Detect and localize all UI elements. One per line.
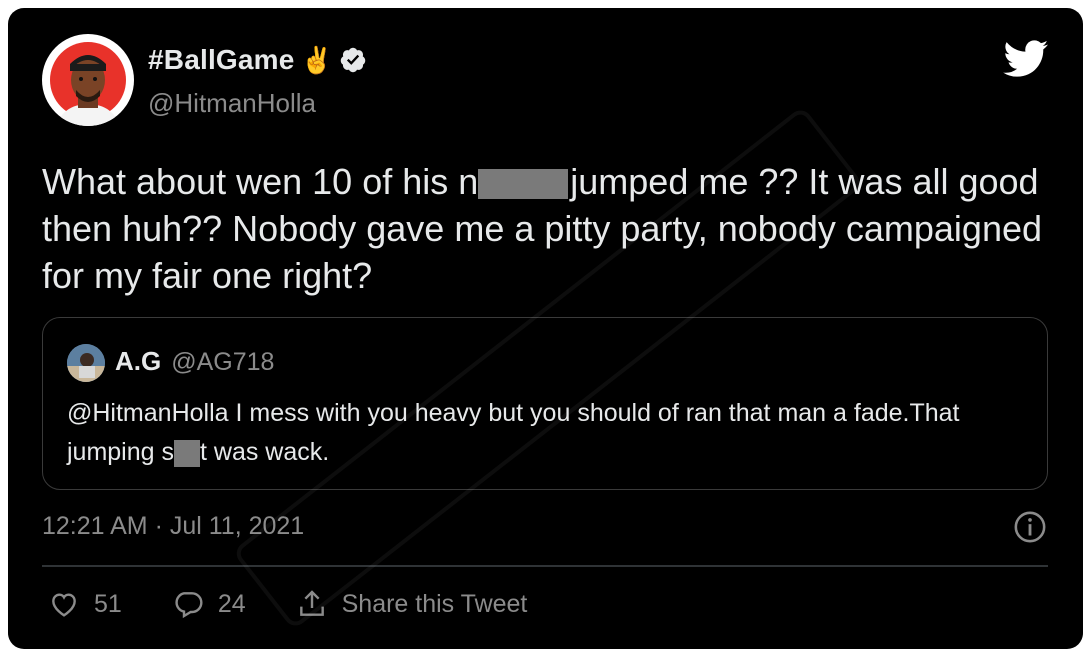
quoted-author-name[interactable]: A.G <box>115 346 161 377</box>
twitter-bird-icon[interactable] <box>1003 40 1049 78</box>
author-name-row[interactable]: #BallGame ✌️ <box>148 44 367 76</box>
tweet-timestamp[interactable]: 12:21 AM · Jul 11, 2021 <box>42 512 304 541</box>
share-button[interactable]: Share this Tweet <box>296 588 528 620</box>
quoted-author-avatar[interactable] <box>67 344 105 382</box>
censor-block-small <box>174 439 200 467</box>
tweet-actions: 51 24 Share this Tweet <box>48 588 577 620</box>
tweet-text-part1: What about wen 10 of his n <box>42 161 479 202</box>
quoted-tweet[interactable]: A.G @AG718 @HitmanHolla I mess with you … <box>42 317 1048 490</box>
share-label: Share this Tweet <box>341 589 528 618</box>
share-icon <box>299 590 324 616</box>
quoted-text-part2: t was wack. <box>200 438 330 466</box>
verified-badge-icon <box>340 47 366 73</box>
tweet-card: #BallGame ✌️ @HitmanHolla What about wen… <box>8 8 1083 649</box>
heart-icon <box>52 593 76 617</box>
quoted-author-handle[interactable]: @AG718 <box>171 348 274 377</box>
reply-bubble-icon <box>175 592 203 619</box>
like-count: 51 <box>94 589 122 618</box>
info-icon[interactable] <box>1013 510 1047 544</box>
censor-block <box>478 169 569 200</box>
reply-count: 24 <box>217 589 246 618</box>
victory-hand-emoji: ✌️ <box>300 45 333 75</box>
author-avatar[interactable] <box>42 34 134 126</box>
quoted-avatar-photo-icon <box>67 344 105 382</box>
divider <box>42 565 1048 567</box>
author-handle[interactable]: @HitmanHolla <box>148 88 316 119</box>
quoted-author-row[interactable]: A.G @AG718 <box>115 346 274 377</box>
like-button[interactable]: 51 <box>48 588 122 620</box>
author-display-name[interactable]: #BallGame <box>148 44 295 76</box>
reply-button[interactable]: 24 <box>172 588 246 620</box>
quoted-tweet-text: @HitmanHolla I mess with you heavy but y… <box>67 394 1017 472</box>
avatar-illustration-icon <box>50 42 126 126</box>
tweet-text: What about wen 10 of his n jumped me ?? I… <box>42 158 1042 299</box>
